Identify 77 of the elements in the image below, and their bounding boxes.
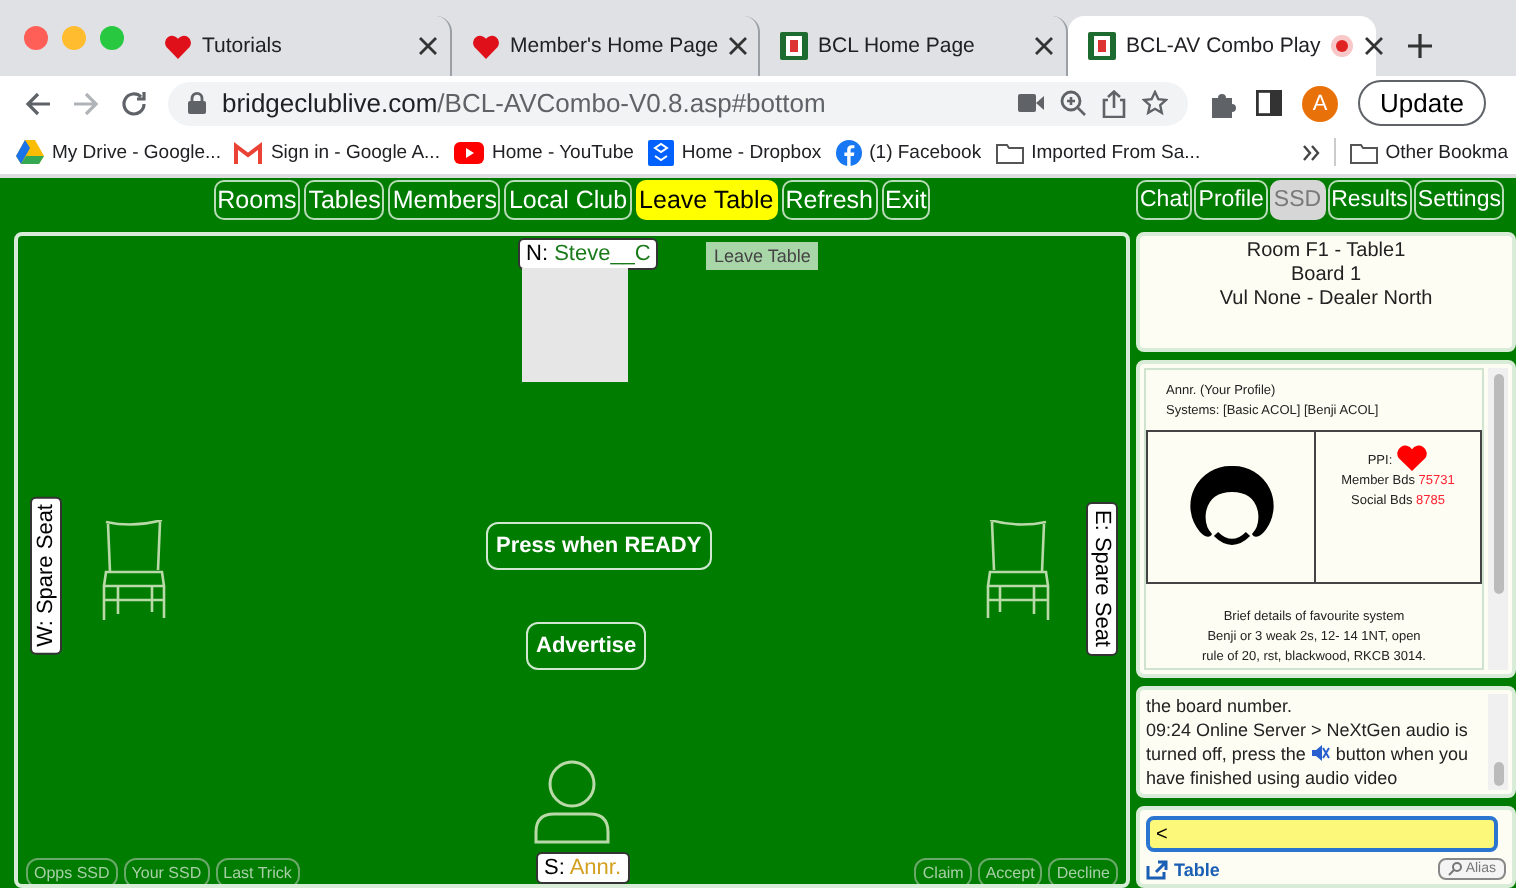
nav-button[interactable]: Members — [388, 180, 501, 220]
update-button[interactable]: Update — [1358, 80, 1486, 126]
west-seat-label: W: Spare Seat — [30, 496, 62, 655]
bookmark-link[interactable]: Imported From Sa... — [995, 141, 1201, 163]
bookmark-link[interactable]: (1) Facebook — [835, 139, 982, 165]
zoom-icon[interactable] — [1060, 90, 1086, 116]
nav-button[interactable]: Results — [1327, 180, 1412, 220]
nav-button[interactable]: Leave Table — [635, 180, 778, 220]
new-tab-icon[interactable] — [1408, 34, 1432, 58]
chat-input-field[interactable]: < — [1146, 816, 1498, 852]
camera-icon[interactable] — [1018, 94, 1044, 112]
chat-message: the board number. — [1146, 694, 1295, 718]
play-icon — [453, 141, 484, 163]
play-button[interactable]: Accept — [977, 858, 1043, 884]
heart-icon — [164, 33, 192, 59]
table-info-text: Room F1 - Table1 — [1246, 240, 1406, 264]
nav-button[interactable]: Chat — [1136, 180, 1193, 220]
nav-button[interactable]: Local Club — [504, 180, 632, 220]
nav-button[interactable]: Refresh — [781, 180, 878, 220]
star-icon[interactable] — [1142, 90, 1168, 116]
nav-button[interactable]: Exit — [881, 180, 931, 220]
nav-button[interactable]: Settings — [1413, 180, 1505, 220]
back-icon[interactable] — [24, 89, 52, 117]
east-seat-label: E: Spare Seat — [1086, 502, 1118, 655]
address-bar[interactable]: bridgeclublive.com/BCL-AVCombo-V0.8.asp#bottom — [168, 81, 1188, 125]
profile-avatar[interactable]: A — [1302, 85, 1338, 121]
nav-button[interactable]: Rooms — [213, 180, 301, 220]
chair-icon — [982, 520, 1054, 622]
scrollbar[interactable] — [1488, 368, 1508, 670]
circle-logo-icon — [835, 139, 862, 165]
close-icon[interactable] — [418, 36, 438, 56]
triangle-logo-icon — [16, 140, 44, 164]
nav-button[interactable]: Profile — [1194, 180, 1268, 220]
bookmark-link[interactable]: My Drive - Google... — [16, 140, 221, 164]
search-icon — [1447, 862, 1462, 876]
advertise-button[interactable]: Advertise — [526, 622, 647, 670]
play-button[interactable]: Your SSD — [123, 858, 210, 884]
ready-button[interactable]: Press when READY — [486, 522, 712, 570]
play-button[interactable]: Claim — [914, 858, 972, 884]
bookmark-link[interactable]: Sign in - Google A... — [234, 141, 440, 163]
chat-message: 09:24 Online Server > NeXtGen audio is turned off, press the button when you have finished using audio video — [1146, 718, 1470, 790]
bookmark-link[interactable]: Home - YouTube — [453, 141, 634, 163]
table-info-text: Board 1 — [1290, 264, 1362, 288]
share-icon[interactable] — [1102, 89, 1126, 117]
bookmark-link[interactable]: Home - Dropbox — [647, 139, 822, 165]
heart-icon — [1396, 444, 1429, 472]
table-link[interactable]: Table — [1146, 859, 1220, 879]
heart-icon — [472, 33, 500, 59]
scrollbar[interactable] — [1488, 694, 1508, 790]
close-icon[interactable] — [1364, 36, 1385, 56]
puzzle-icon[interactable] — [1208, 89, 1236, 117]
mail-icon — [234, 141, 263, 163]
reload-icon[interactable] — [120, 89, 148, 117]
north-seat-label: N: Steve__C — [518, 238, 659, 270]
chevron-double-icon[interactable] — [1301, 143, 1320, 161]
play-button[interactable]: Opps SSD — [26, 858, 118, 884]
box-icon — [647, 139, 674, 165]
table-info-text: Vul None - Dealer North — [1219, 288, 1433, 312]
close-icon[interactable] — [1034, 36, 1054, 56]
bookmark-link[interactable]: Other Bookma — [1349, 141, 1508, 163]
side-panel-icon[interactable] — [1256, 90, 1282, 116]
card-logo-icon — [780, 32, 808, 60]
muted-speaker-icon — [1310, 744, 1331, 762]
folder-icon — [995, 141, 1024, 163]
tooltip: Leave Table — [706, 242, 819, 270]
player-picture-placeholder — [522, 268, 628, 382]
play-button[interactable]: Decline — [1048, 858, 1118, 884]
nav-button[interactable]: Tables — [304, 180, 385, 220]
share-arrow-icon — [1146, 859, 1168, 879]
south-seat-label: S: Annr. — [536, 852, 630, 884]
lock-icon — [188, 92, 206, 114]
play-button[interactable]: Last Trick — [215, 858, 300, 884]
person-icon — [532, 760, 612, 844]
close-icon[interactable] — [728, 36, 749, 56]
chair-icon — [98, 520, 170, 622]
card-logo-icon — [1088, 32, 1116, 60]
folder-icon — [1349, 141, 1378, 163]
